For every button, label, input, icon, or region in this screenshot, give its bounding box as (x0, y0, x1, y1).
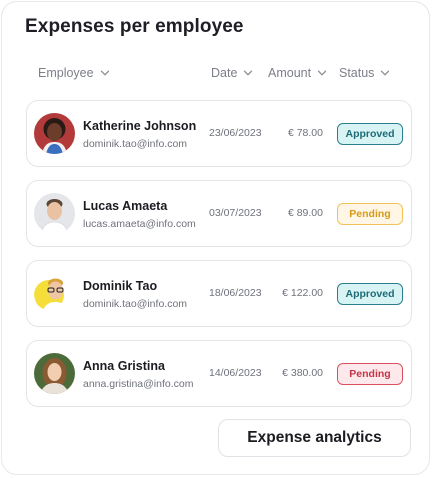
employee-email: dominik.tao@info.com (83, 298, 188, 310)
employee-email: lucas.amaeta@info.com (83, 218, 196, 230)
avatar (34, 193, 75, 234)
employee-email: anna.gristina@info.com (83, 378, 194, 390)
chevron-down-icon (100, 68, 110, 78)
chevron-down-icon (317, 68, 327, 78)
column-header-amount-label: Amount (268, 66, 312, 80)
status-badge: Approved (337, 123, 403, 145)
expenses-card: Expenses per employee Employee Date Amou… (1, 1, 430, 475)
expense-date: 23/06/2023 (209, 127, 262, 139)
column-header-date-label: Date (211, 66, 238, 80)
chevron-down-icon (380, 68, 390, 78)
column-header-employee-label: Employee (38, 66, 94, 80)
expense-list: Katherine Johnson dominik.tao@info.com 2… (26, 100, 412, 420)
avatar (34, 273, 75, 314)
expense-row[interactable]: Katherine Johnson dominik.tao@info.com 2… (26, 100, 412, 167)
expense-amount: € 122.00 (282, 287, 323, 299)
expense-row[interactable]: Anna Gristina anna.gristina@info.com 14/… (26, 340, 412, 407)
column-header-status-label: Status (339, 66, 375, 80)
expense-date: 18/06/2023 (209, 287, 262, 299)
expense-amount: € 89.00 (287, 207, 323, 219)
card-title: Expenses per employee (25, 16, 244, 37)
chevron-down-icon (243, 68, 253, 78)
expense-amount: € 78.00 (287, 127, 323, 139)
expense-row[interactable]: Dominik Tao dominik.tao@info.com 18/06/2… (26, 260, 412, 327)
employee-name: Dominik Tao (83, 279, 158, 293)
avatar (34, 353, 75, 394)
employee-name: Lucas Amaeta (83, 199, 168, 213)
status-badge: Approved (337, 283, 403, 305)
column-header-status[interactable]: Status (339, 66, 390, 80)
employee-name: Anna Gristina (83, 359, 165, 373)
expense-amount: € 380.00 (282, 367, 323, 379)
avatar (34, 113, 75, 154)
expense-row[interactable]: Lucas Amaeta lucas.amaeta@info.com 03/07… (26, 180, 412, 247)
status-badge: Pending (337, 363, 403, 385)
status-badge: Pending (337, 203, 403, 225)
expense-date: 14/06/2023 (209, 367, 262, 379)
employee-email: dominik.tao@info.com (83, 138, 188, 150)
column-header-amount[interactable]: Amount (268, 66, 327, 80)
column-header-date[interactable]: Date (211, 66, 253, 80)
column-header-employee[interactable]: Employee (38, 66, 110, 80)
expense-analytics-button[interactable]: Expense analytics (218, 419, 411, 457)
employee-name: Katherine Johnson (83, 119, 197, 133)
expense-date: 03/07/2023 (209, 207, 262, 219)
